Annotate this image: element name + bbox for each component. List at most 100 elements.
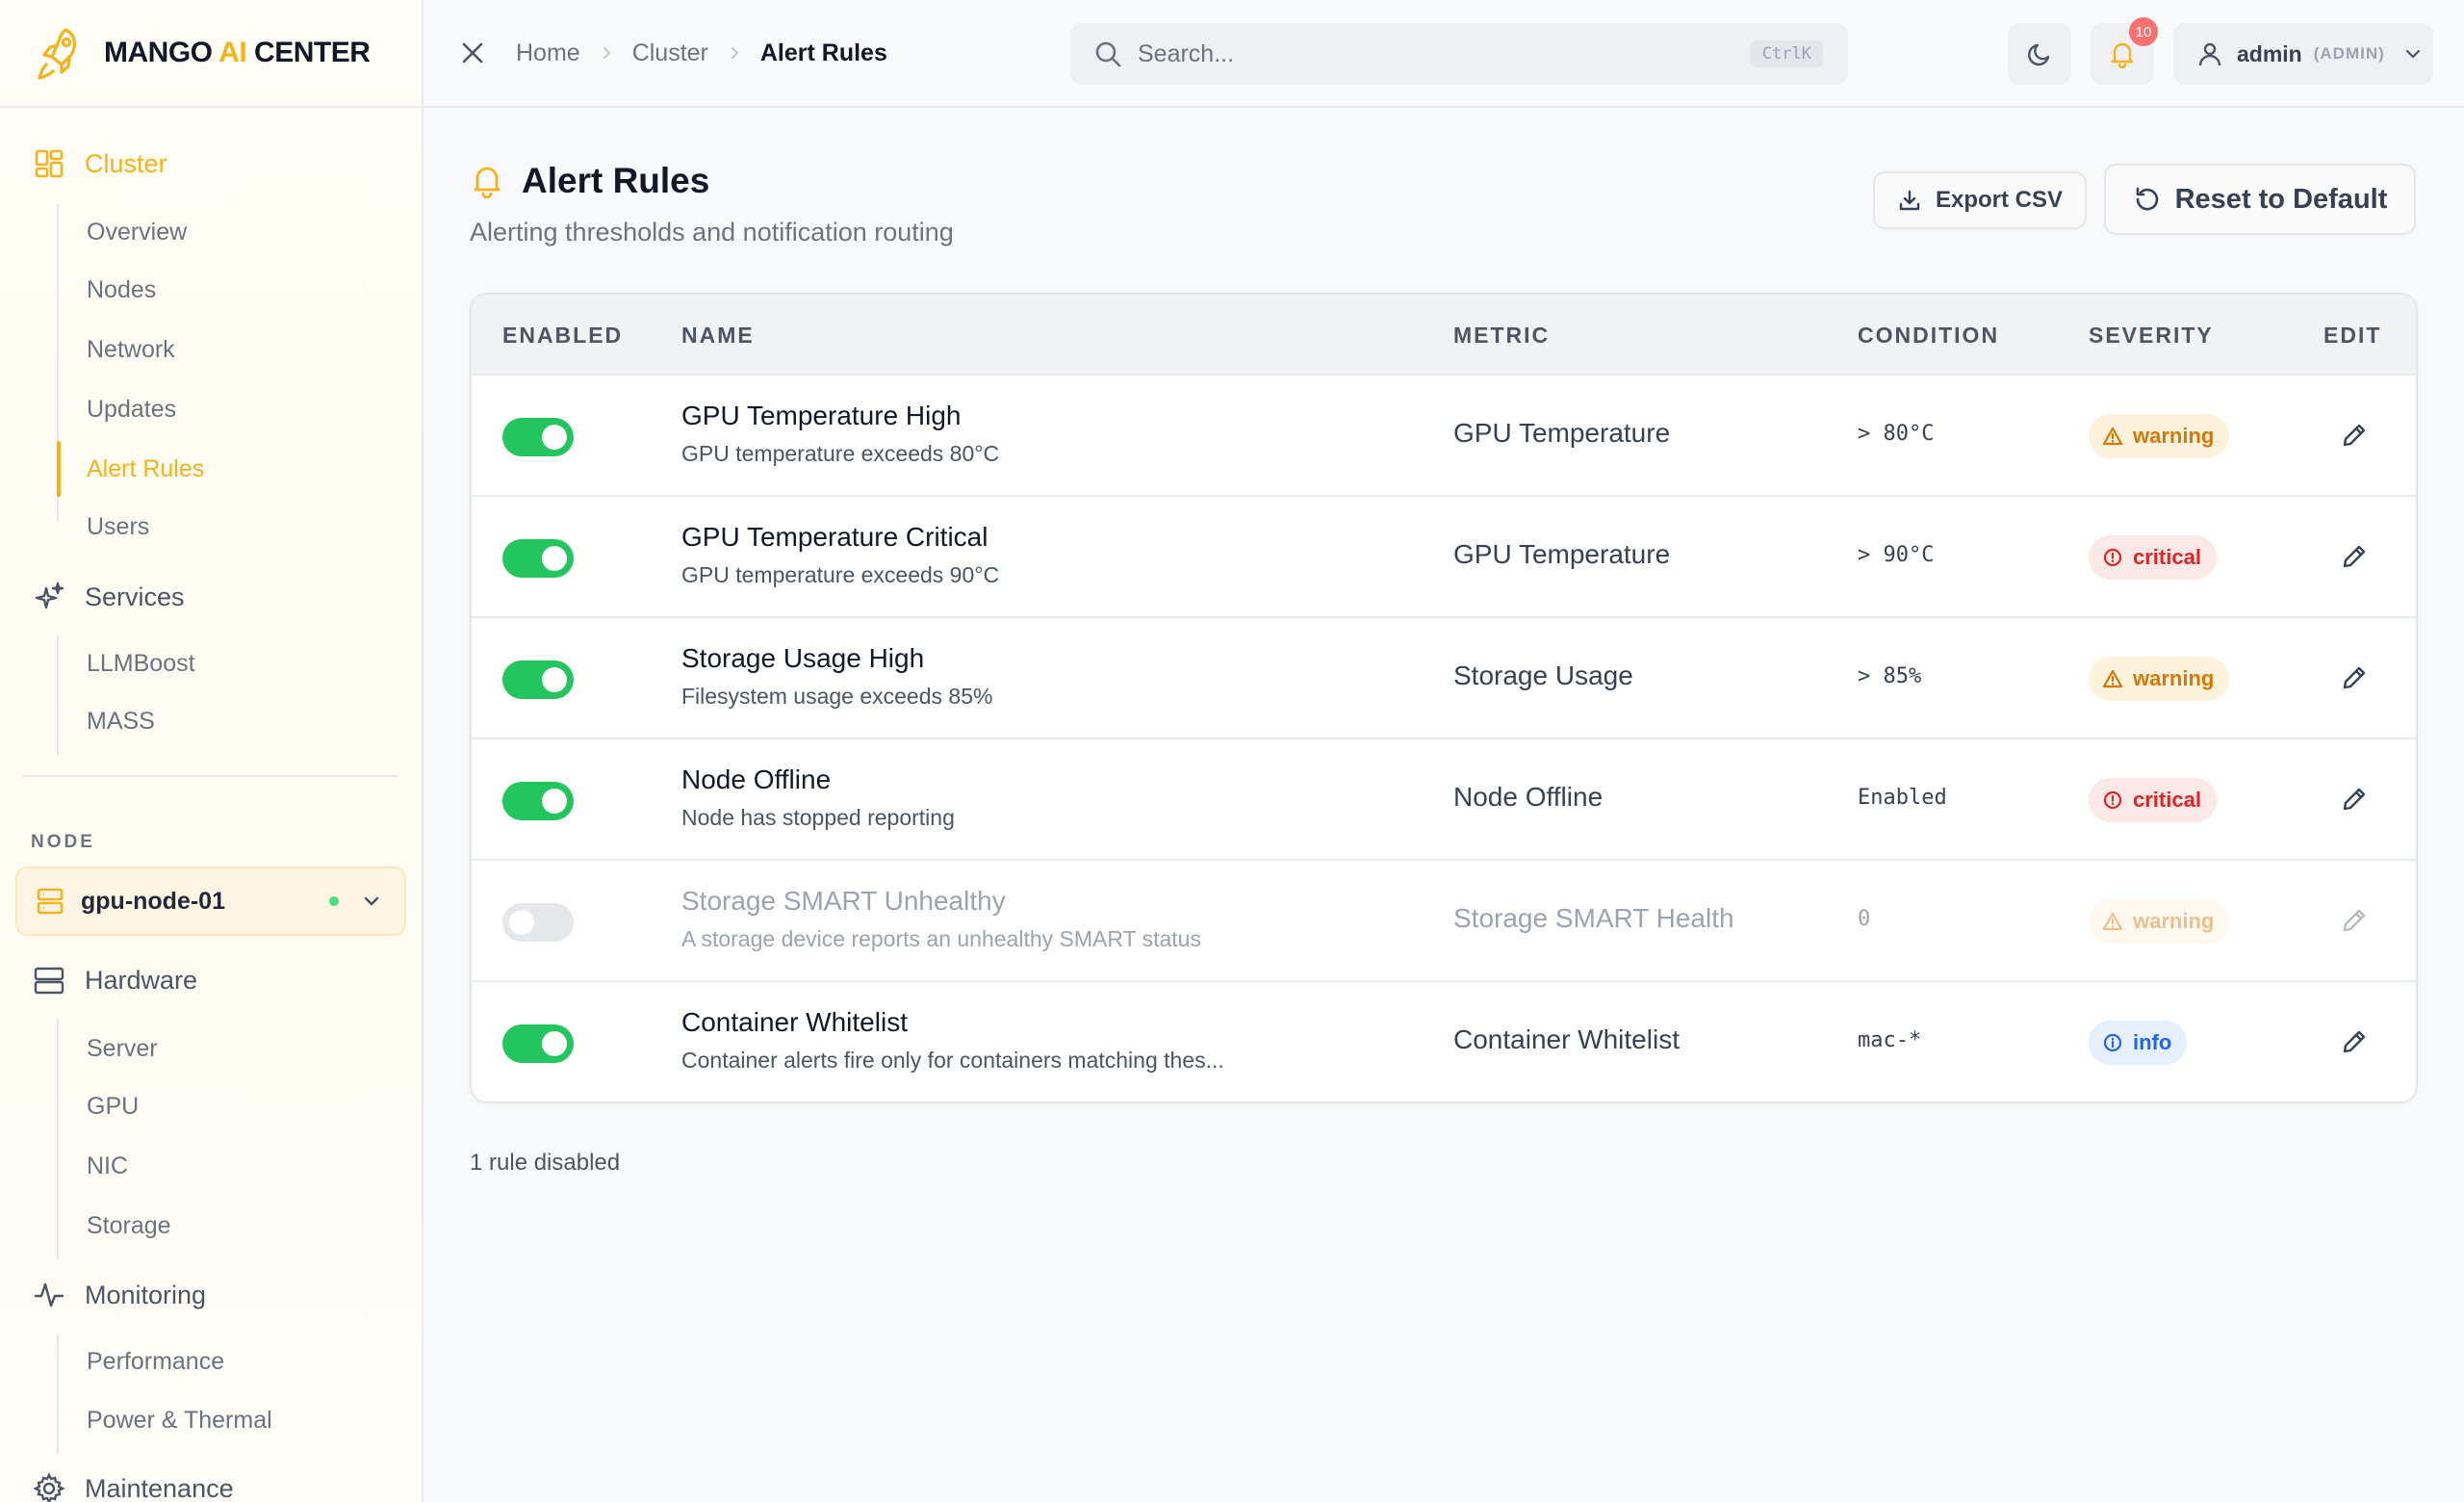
enabled-toggle[interactable] [502,903,574,942]
bell-icon [474,167,500,198]
nav-group-maintenance[interactable]: Maintenance [33,1469,234,1502]
notification-count-badge: 10 [2129,17,2158,46]
table-row: Container Whitelist Container alerts fir… [472,982,2416,1101]
user-role: (ADMIN) [2313,44,2385,63]
notifications-button[interactable]: 10 [2091,17,2158,85]
sidebar-item-power-thermal[interactable]: Power & Thermal [87,1404,272,1437]
breadcrumb-home[interactable]: Home [516,39,580,67]
node-status-dot [329,896,339,906]
export-csv-button[interactable]: Export CSV [1873,171,2087,229]
nav-rail [57,1019,59,1259]
pencil-icon[interactable] [2339,541,2370,572]
sidebar-item-server[interactable]: Server [87,1032,158,1065]
rule-metric: GPU Temperature [1453,539,1671,569]
sidebar-item-overview[interactable]: Overview [87,216,187,248]
sidebar-item-performance[interactable]: Performance [87,1345,224,1378]
table-row: GPU Temperature Critical GPU temperature… [472,497,2416,618]
sidebar-item-updates[interactable]: Updates [87,393,176,426]
rule-metric: GPU Temperature [1453,418,1671,448]
enabled-toggle[interactable] [502,539,574,578]
enabled-toggle[interactable] [502,782,574,820]
page-header: Alert Rules Alerting thresholds and noti… [470,158,954,247]
breadcrumb-cluster[interactable]: Cluster [632,39,708,67]
enabled-toggle[interactable] [502,418,574,456]
user-menu-button[interactable]: admin (ADMIN) [2173,23,2433,85]
theme-toggle-button[interactable] [2008,23,2071,85]
enabled-toggle[interactable] [502,1024,574,1063]
sidebar-divider [23,775,398,777]
severity-badge: critical [2089,535,2217,580]
nav-group-label: Maintenance [85,1473,234,1502]
rule-description: Filesystem usage exceeds 85% [681,684,993,709]
pencil-icon[interactable] [2339,784,2370,815]
rule-description: GPU temperature exceeds 90°C [681,562,1000,587]
server-rack-icon [34,967,64,995]
sidebar-item-alert-rules[interactable]: Alert Rules [87,453,204,485]
nav-group-cluster[interactable]: Cluster [33,144,167,183]
nav-group-label: Hardware [85,965,198,995]
rule-name: Node Offline [681,764,832,794]
table-row: GPU Temperature High GPU temperature exc… [472,376,2416,497]
nav-group-hardware[interactable]: Hardware [33,961,197,999]
topbar: Home Cluster Alert Rules CtrlK 10 admin … [424,0,2464,108]
page-subtitle: Alerting thresholds and notification rou… [470,218,954,246]
activity-icon [34,1282,64,1308]
page-title: Alert Rules [522,161,710,200]
sidebar-item-nodes[interactable]: Nodes [87,273,156,306]
rule-name: GPU Temperature High [681,401,962,430]
user-icon [2198,42,2221,66]
pencil-icon[interactable] [2339,420,2370,451]
warning-triangle-icon [2102,427,2123,446]
sidebar-item-nic[interactable]: NIC [87,1150,128,1182]
sidebar-item-users[interactable]: Users [87,510,149,543]
rule-description: Node has stopped reporting [681,805,955,830]
nav-group-services[interactable]: Services [33,578,185,616]
rule-name: Container Whitelist [681,1007,908,1037]
search-input[interactable] [1138,39,1751,68]
close-icon[interactable] [456,37,489,69]
enabled-toggle[interactable] [502,660,574,699]
alert-rules-table: ENABLED NAME METRIC CONDITION SEVERITY E… [470,293,2418,1103]
sidebar-item-network[interactable]: Network [87,333,175,366]
rule-description: A storage device reports an unhealthy SM… [681,926,1201,951]
reset-to-default-button[interactable]: Reset to Default [2104,164,2416,235]
table-row: Node Offline Node has stopped reporting … [472,739,2416,861]
chevron-right-icon [603,47,611,59]
severity-label: warning [2133,909,2215,933]
severity-badge: critical [2089,778,2217,822]
brand[interactable]: MANGO AI CENTER [0,0,422,108]
severity-badge: warning [2089,657,2230,701]
severity-badge: warning [2089,414,2230,458]
rule-condition: > 80°C [1858,422,1935,446]
reset-label: Reset to Default [2174,183,2388,215]
rule-metric: Container Whitelist [1453,1024,1680,1054]
sidebar-item-gpu[interactable]: GPU [87,1090,139,1123]
pencil-icon[interactable] [2339,1026,2370,1057]
search-shortcut: CtrlK [1750,40,1823,67]
rule-metric: Node Offline [1453,782,1604,812]
gear-icon [33,1472,65,1502]
sidebar-item-mass[interactable]: MASS [87,705,155,738]
column-header-metric: METRIC [1453,323,1551,348]
nav-group-monitoring[interactable]: Monitoring [33,1276,206,1314]
chevron-right-icon [731,47,739,59]
sidebar-item-llmboost[interactable]: LLMBoost [87,647,195,680]
warning-triangle-icon [2102,912,2123,931]
rule-description: GPU temperature exceeds 80°C [681,441,1000,466]
column-header-name: NAME [681,323,755,348]
severity-label: critical [2133,788,2201,812]
pencil-icon[interactable] [2339,905,2370,936]
rule-metric: Storage Usage [1453,660,1633,690]
moon-icon [2028,43,2050,66]
breadcrumb-current: Alert Rules [759,39,887,66]
brand-name: MANGO AI CENTER [104,37,371,68]
reset-icon [2136,187,2158,211]
column-header-enabled: ENABLED [502,323,624,348]
node-select[interactable]: gpu-node-01 [15,867,406,936]
pencil-icon[interactable] [2339,662,2370,693]
rule-condition: 0 [1858,907,1871,931]
sidebar-item-storage[interactable]: Storage [87,1209,171,1242]
node-section-label: NODE [31,832,95,852]
search-box[interactable]: CtrlK [1070,23,1848,85]
rule-condition: Enabled [1858,786,1947,810]
